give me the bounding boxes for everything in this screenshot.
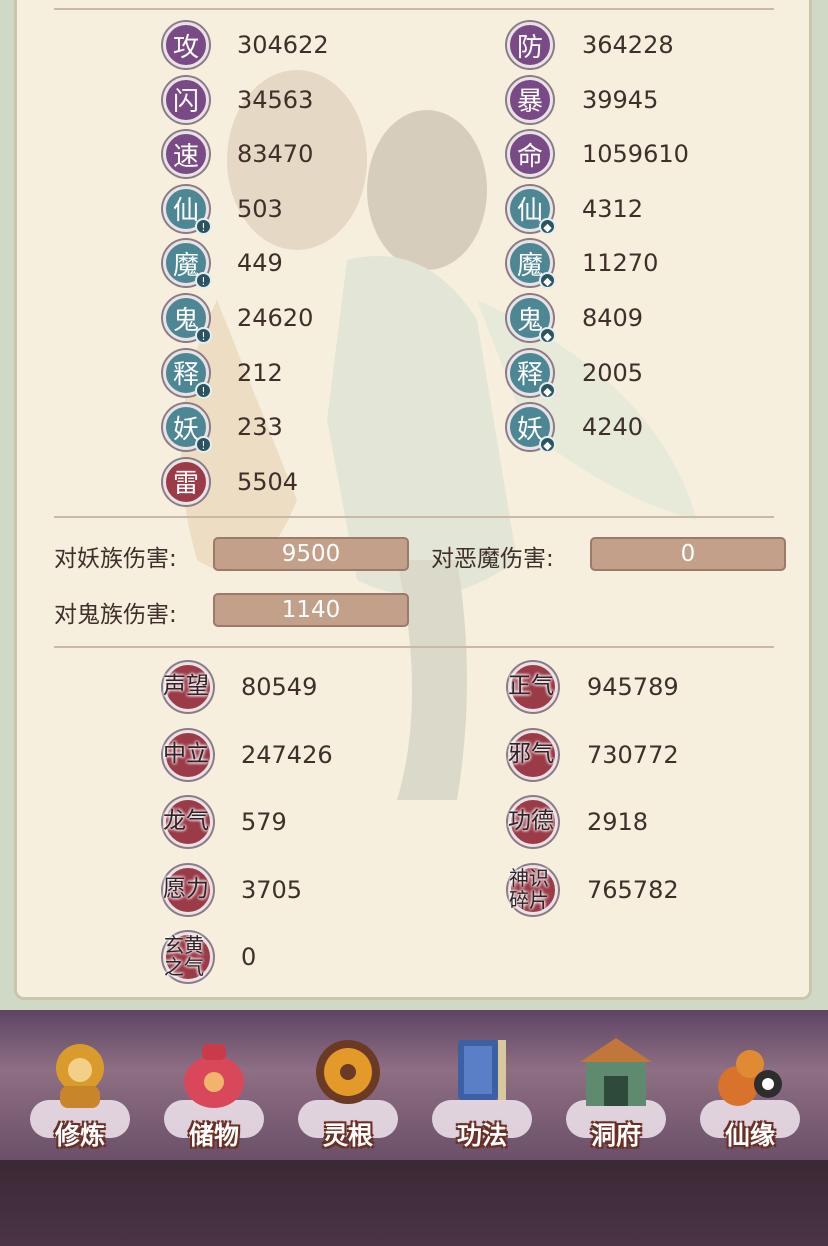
reputation-value: 730772	[587, 740, 679, 769]
stat-value: 34563	[237, 85, 314, 114]
damage-vs-devil-label: 对恶魔伤害:	[431, 546, 554, 572]
nav-label: 洞府	[590, 1121, 641, 1150]
stat-value: 39945	[582, 85, 659, 114]
attack-marker-icon: !	[195, 381, 212, 399]
stat-value: 5504	[237, 467, 299, 496]
reputation-value: 2918	[587, 808, 649, 837]
reputation-label: 玄黄之气	[164, 933, 204, 980]
attribute-frame	[0, 0, 828, 1010]
stat-badge: 命	[507, 131, 553, 178]
stat-badge: 魔 ◆	[507, 240, 556, 290]
divider	[54, 8, 774, 10]
stat-value: 449	[237, 249, 283, 278]
reputation-value: 765782	[587, 875, 679, 904]
nav-item[interactable]: 储物	[154, 1020, 274, 1150]
reputation-label: 愿力	[163, 875, 209, 902]
stat-badge: 释!	[163, 349, 212, 399]
stat-value: 4240	[582, 413, 644, 442]
stat-value: 24620	[237, 304, 314, 332]
defense-shield-icon: ◆	[539, 381, 556, 399]
reputation-label: 龙气	[163, 808, 209, 835]
stat-value: 4312	[582, 194, 644, 223]
stat-badge: 魔!	[163, 240, 212, 290]
stat-badge: 鬼 ◆	[507, 295, 556, 344]
nav-label: 储物	[188, 1121, 239, 1150]
reputation-label: 邪气	[508, 740, 554, 767]
attack-marker-icon: !	[195, 327, 212, 344]
stat-value: 83470	[237, 140, 314, 169]
reputation-value: 3705	[241, 875, 303, 904]
stat-badge: 仙!	[163, 185, 212, 235]
stat-value: 8409	[582, 304, 644, 332]
stat-value: 212	[237, 358, 283, 387]
stat-badge: 释 ◆	[507, 349, 556, 399]
stat-badge: 速	[163, 131, 209, 178]
stat-badge: 暴	[507, 76, 553, 123]
stat-value: 2005	[582, 358, 644, 387]
stat-value: 1059610	[582, 140, 689, 169]
nav-label: 修炼	[54, 1121, 105, 1150]
stat-badge: 闪	[163, 76, 209, 123]
reputation-label: 正气	[508, 673, 554, 699]
stat-value: 233	[237, 413, 283, 442]
gourd-icon	[718, 1050, 782, 1106]
nav-item[interactable]: 修炼	[20, 1020, 140, 1150]
nav-item[interactable]: 洞府	[556, 1020, 676, 1150]
damage-vs-ghost-race-label: 对鬼族伤害:	[54, 602, 177, 628]
nav-label: 仙缘	[724, 1121, 775, 1150]
reputation-value: 80549	[241, 673, 318, 701]
stat-badge: 妖!	[163, 404, 212, 454]
cave-palace-icon	[580, 1038, 652, 1106]
reputation-label: 声望	[163, 673, 209, 699]
damage-vs-demon-race-value: 9500	[213, 537, 409, 571]
reputation-value: 579	[241, 808, 287, 837]
divider	[54, 646, 774, 648]
reputation-value: 247426	[241, 740, 333, 769]
stat-badge: 鬼!	[163, 295, 212, 344]
attack-marker-icon: !	[195, 217, 212, 235]
stat-badge: 防	[507, 22, 553, 68]
stat-value: 11270	[582, 249, 659, 278]
reputation-label: 神识碎片	[509, 865, 549, 912]
reputation-label: 功德	[508, 808, 554, 835]
damage-vs-demon-race-label: 对妖族伤害:	[54, 546, 177, 572]
bottom-backdrop	[0, 1160, 828, 1246]
pouch-icon	[184, 1044, 244, 1108]
stat-value: 364228	[582, 31, 674, 59]
attribute-panel	[14, 0, 812, 1000]
nav-item[interactable]: 仙缘	[690, 1020, 810, 1150]
nav-item[interactable]: 功法	[422, 1020, 542, 1150]
nav-item[interactable]: 灵根	[288, 1020, 408, 1150]
monk-icon	[56, 1044, 104, 1108]
damage-vs-devil-value: 0	[590, 537, 786, 571]
stat-badge: 妖 ◆	[507, 404, 556, 454]
defense-shield-icon: ◆	[539, 327, 556, 344]
damage-vs-ghost-race-value: 1140	[213, 593, 409, 627]
nav-label: 灵根	[322, 1121, 373, 1150]
reputation-value: 0	[241, 943, 257, 972]
reputation-label: 中立	[163, 740, 209, 767]
reputation-value: 945789	[587, 673, 679, 701]
defense-shield-icon: ◆	[539, 217, 556, 235]
stat-value: 304622	[237, 31, 329, 59]
spirit-root-icon	[316, 1040, 380, 1104]
stat-badge: 雷	[163, 458, 209, 505]
stat-badge: 攻	[163, 22, 209, 68]
book-icon	[458, 1040, 506, 1100]
stat-value: 503	[237, 194, 283, 223]
divider	[54, 516, 774, 518]
stat-badge: 仙 ◆	[507, 185, 556, 235]
nav-label: 功法	[456, 1121, 507, 1150]
